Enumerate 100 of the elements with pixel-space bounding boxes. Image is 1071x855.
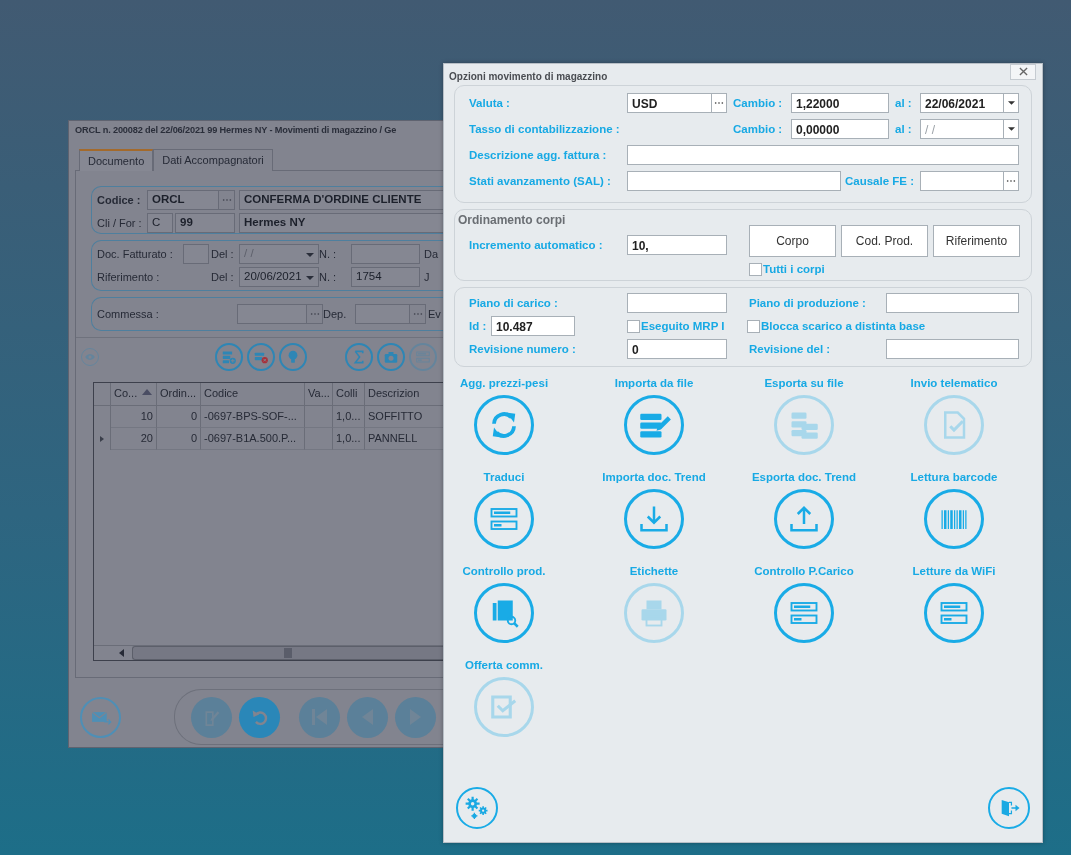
input-field[interactable] — [237, 304, 307, 324]
tab[interactable]: Dati Accompagnatori — [153, 149, 273, 171]
action-button[interactable] — [924, 489, 984, 549]
dropdown-arrow-icon — [1007, 101, 1015, 105]
action-label: Controllo prod. — [462, 565, 546, 579]
toolbar-button[interactable] — [377, 342, 405, 371]
checkbox-label: Tutti i corpi — [763, 263, 825, 275]
action-button[interactable] — [624, 489, 684, 549]
field-label: Cambio : — [733, 97, 784, 109]
date-field[interactable]: / / — [920, 119, 1019, 139]
exit-button[interactable] — [988, 787, 1030, 829]
input-field[interactable]: 0 — [627, 339, 727, 359]
toolbar-button[interactable] — [279, 342, 307, 371]
input-field[interactable] — [886, 293, 1019, 313]
dropdown-button[interactable] — [1003, 120, 1018, 138]
ellipsis-button[interactable] — [307, 304, 323, 324]
dropdown-button[interactable] — [1003, 94, 1018, 112]
action-button[interactable] — [774, 583, 834, 643]
settings-button[interactable] — [456, 787, 498, 829]
action-button[interactable] — [474, 489, 534, 549]
input-field[interactable]: 10, — [627, 235, 727, 255]
column-header[interactable]: Co... — [111, 383, 157, 405]
column-header[interactable]: Colli — [333, 383, 365, 405]
field-label: Cli / For : — [97, 217, 143, 229]
field-label: al : — [895, 123, 913, 135]
scrollbar-thumb[interactable] — [132, 646, 443, 660]
field-label: Codice : — [97, 194, 142, 206]
window-title: ORCL n. 200082 del 22/06/2021 99 Hermes NY - Movimenti di magazzino / Ge — [74, 124, 398, 137]
field-label: N. : — [319, 248, 338, 260]
field-label: Tasso di contabilizzazione : — [469, 123, 621, 135]
input-field[interactable] — [351, 244, 420, 264]
tab[interactable]: Documento — [79, 149, 154, 171]
column-header[interactable]: Va... — [305, 383, 333, 405]
field-label: Id : — [469, 320, 488, 332]
checkbox[interactable] — [749, 262, 762, 276]
action-label: Importa da file — [614, 377, 694, 391]
grip-icon — [284, 648, 292, 658]
more-icon — [714, 101, 724, 105]
input-field[interactable] — [886, 339, 1019, 359]
input-field[interactable]: C — [147, 213, 173, 233]
input-field[interactable] — [627, 145, 1019, 165]
table-cell: 10 — [111, 406, 157, 428]
gears-icon — [463, 794, 491, 822]
checkbox[interactable] — [747, 319, 760, 333]
action-button[interactable] — [474, 395, 534, 455]
close-button[interactable] — [1010, 63, 1036, 80]
input-field[interactable]: 1754 — [351, 267, 420, 287]
nav-button[interactable] — [239, 696, 280, 738]
field-label: Piano di produzione : — [749, 297, 867, 309]
action-button[interactable] — [774, 489, 834, 549]
input-field[interactable] — [627, 293, 727, 313]
sort-button[interactable]: Cod. Prod. — [841, 225, 928, 257]
ellipsis-button[interactable] — [410, 304, 426, 324]
field-label: Da — [424, 248, 439, 260]
input-field[interactable]: 99 — [175, 213, 235, 233]
input-field[interactable] — [183, 244, 209, 264]
ellipsis-button[interactable] — [219, 190, 235, 210]
checkbox-label: Blocca scarico a distinta base — [761, 320, 926, 332]
action-label: Agg. prezzi-pesi — [459, 377, 549, 391]
input-field[interactable] — [355, 304, 410, 324]
column-header[interactable]: Ordin... — [157, 383, 201, 405]
date-field[interactable]: 22/06/2021 — [920, 93, 1019, 113]
ellipsis-button[interactable] — [711, 94, 726, 112]
more-icon — [1006, 179, 1016, 183]
sort-button[interactable]: Riferimento — [933, 225, 1020, 257]
scroll-left-icon[interactable] — [119, 649, 124, 657]
input-field[interactable]: 0,00000 — [791, 119, 889, 139]
input-field[interactable]: 1,22000 — [791, 93, 889, 113]
action-label: Letture da WiFi — [912, 565, 996, 579]
input-field[interactable]: ORCL — [147, 190, 219, 210]
field-label: Stati avanzamento (SAL) : — [469, 175, 612, 187]
field-label: Dep. — [323, 308, 348, 320]
table-cell: -0697-B1A.500.P... — [201, 428, 305, 450]
input-field[interactable] — [627, 171, 841, 191]
current-row-icon — [100, 436, 104, 442]
toolbar-button[interactable] — [345, 342, 373, 371]
input-field[interactable]: USD — [627, 93, 727, 113]
checkbox[interactable] — [627, 319, 640, 333]
action-button[interactable] — [924, 583, 984, 643]
table-cell: 0 — [157, 428, 201, 450]
date-field[interactable]: 20/06/2021 — [239, 267, 319, 287]
field-label: Commessa : — [97, 308, 160, 320]
more-icon — [221, 198, 232, 202]
field-label: Del : — [211, 248, 235, 260]
toolbar-button[interactable] — [215, 342, 243, 371]
action-button[interactable] — [474, 583, 534, 643]
dialog-title: Opzioni movimento di magazzino — [449, 69, 608, 82]
field-label: Del : — [211, 271, 235, 283]
action-label: Lettura barcode — [910, 471, 998, 485]
input-field[interactable]: 10.487 — [491, 316, 575, 336]
checkbox-label: Eseguito MRP I — [641, 320, 726, 332]
column-header[interactable]: Descrizion — [365, 383, 443, 405]
action-button[interactable] — [624, 395, 684, 455]
ellipsis-button[interactable] — [1003, 172, 1018, 190]
sort-button[interactable]: Corpo — [749, 225, 836, 257]
input-field[interactable] — [920, 171, 1019, 191]
field-label: Revisione numero : — [469, 343, 577, 355]
toolbar-button[interactable] — [247, 342, 275, 371]
dropdown-arrow-icon — [306, 276, 314, 280]
column-header[interactable]: Codice — [201, 383, 305, 405]
